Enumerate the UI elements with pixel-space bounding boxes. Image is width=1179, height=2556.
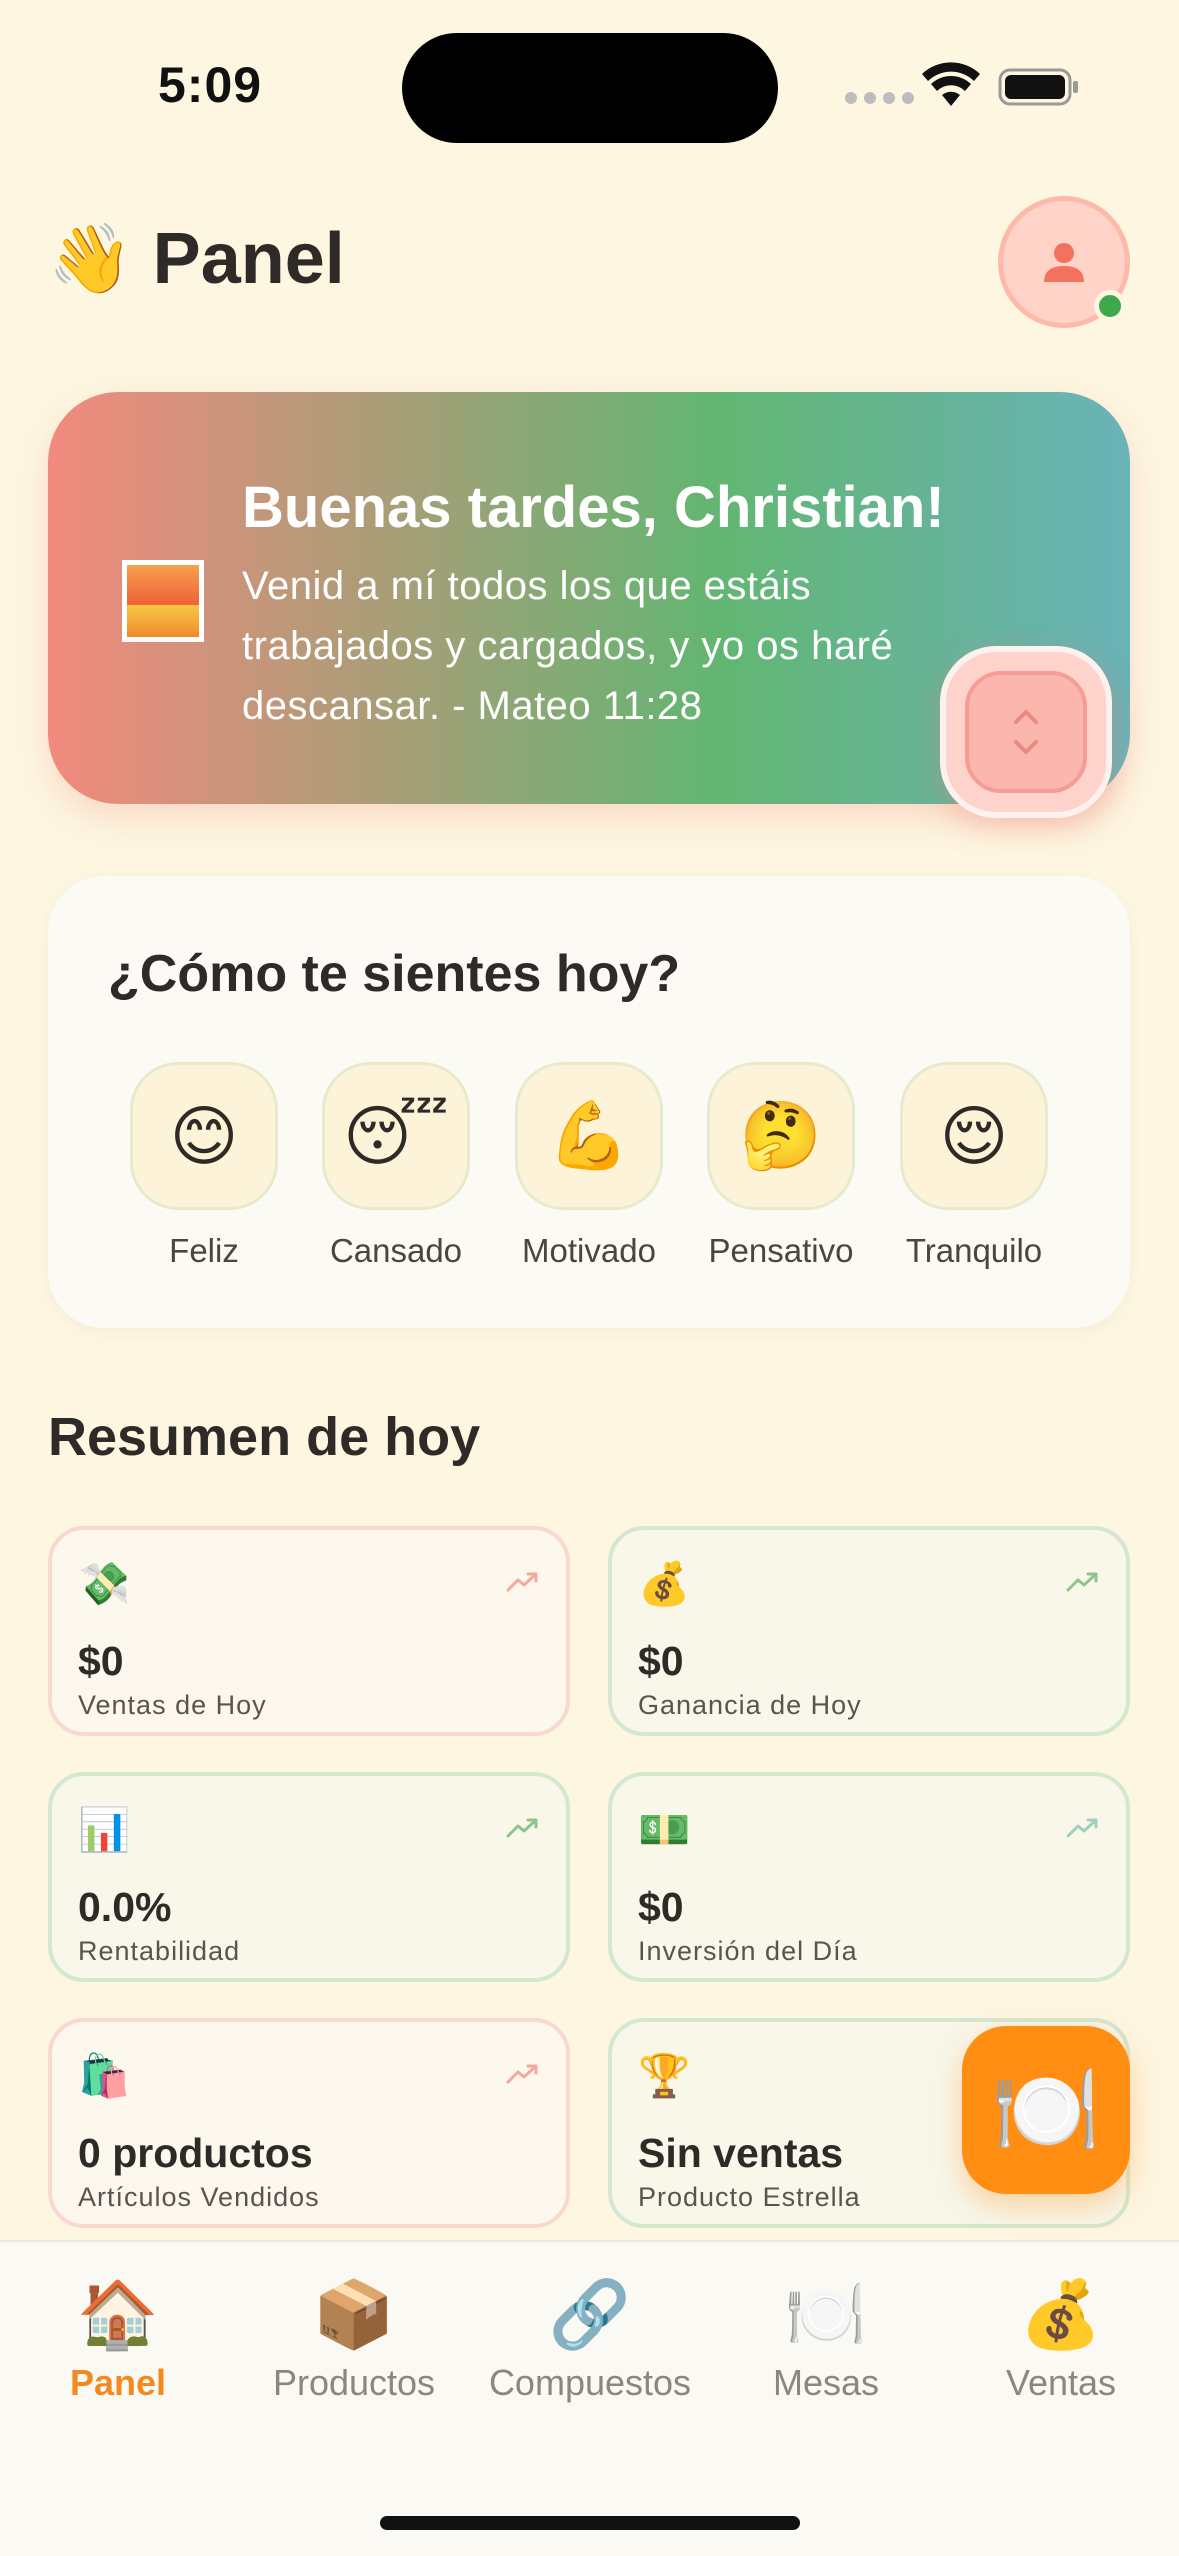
summary-title: Resumen de hoy	[48, 1407, 481, 1467]
plate-cutlery-icon: 🍽️	[784, 2277, 868, 2351]
person-icon	[1044, 243, 1084, 282]
stat-value: 0.0%	[78, 1884, 172, 1930]
cellular-signal-icon	[845, 92, 914, 104]
money-bag-icon: 💰	[638, 1560, 691, 1607]
dynamic-island	[402, 33, 778, 143]
stat-value: $0	[78, 1638, 124, 1684]
status-time: 5:09	[158, 57, 263, 113]
dollar-bill-icon: 💵	[638, 1806, 691, 1853]
trophy-icon: 🏆	[638, 2052, 691, 2099]
page-title-text: Panel	[152, 219, 345, 299]
chevron-up-down-icon	[1014, 710, 1038, 754]
home-indicator	[380, 2516, 800, 2530]
trend-up-icon	[1066, 1818, 1098, 1838]
greeting-verse: Venid a mí todos los que estáis trabajad…	[242, 564, 894, 728]
stat-value: Sin ventas	[638, 2130, 844, 2176]
house-icon: 🏠	[76, 2277, 160, 2351]
mood-option-tranquilo[interactable]: 😌	[900, 1062, 1048, 1210]
stat-label: Ganancia de Hoy	[638, 1690, 862, 1720]
trend-up-icon	[506, 2064, 538, 2084]
mood-option-motivado[interactable]: 💪	[515, 1062, 663, 1210]
mood-option-pensativo[interactable]: 🤔	[707, 1062, 855, 1210]
battery-icon	[998, 68, 1078, 106]
mood-label: Motivado	[522, 1232, 656, 1269]
tab-mesas[interactable]: 🍽️ Mesas	[708, 2276, 944, 2404]
shopping-bags-icon: 🛍️	[78, 2052, 131, 2099]
stat-label: Artículos Vendidos	[78, 2182, 320, 2212]
plate-cutlery-fab-button[interactable]: 🍽️	[962, 2026, 1130, 2194]
mood-label: Pensativo	[708, 1232, 854, 1269]
stat-card-rentabilidad[interactable]: 📊 0.0% Rentabilidad	[48, 1772, 570, 1982]
mood-label: Cansado	[329, 1232, 463, 1269]
tab-productos[interactable]: 📦 Productos	[236, 2276, 472, 2404]
stat-label: Inversión del Día	[638, 1936, 858, 1966]
greeting-title: Buenas tardes, Christian!	[242, 475, 945, 540]
tab-compuestos[interactable]: 🔗 Compuestos	[472, 2276, 708, 2404]
tab-label: Compuestos	[488, 2362, 692, 2403]
page-title: 👋 Panel	[48, 218, 345, 300]
online-status-dot	[1094, 290, 1126, 322]
stat-label: Producto Estrella	[638, 2182, 861, 2212]
tab-ventas[interactable]: 💰 Ventas	[943, 2276, 1179, 2404]
stat-value: $0	[638, 1884, 684, 1930]
bar-chart-icon: 📊	[78, 1806, 131, 1853]
trend-up-icon	[1066, 1572, 1098, 1592]
money-wings-icon: 💸	[78, 1560, 131, 1607]
stat-card-inversion[interactable]: 💵 $0 Inversión del Día	[608, 1772, 1130, 1982]
tab-label: Panel	[69, 2362, 167, 2403]
stat-label: Ventas de Hoy	[78, 1690, 267, 1720]
mood-label: Feliz	[169, 1232, 239, 1269]
trend-up-icon	[506, 1572, 538, 1592]
trend-up-icon	[506, 1818, 538, 1838]
stat-label: Rentabilidad	[78, 1936, 241, 1966]
waving-hand-icon: 👋	[48, 221, 133, 297]
tab-label: Mesas	[772, 2362, 880, 2403]
tab-label: Productos	[272, 2362, 436, 2403]
mood-option-feliz[interactable]: 😊	[130, 1062, 278, 1210]
expand-toggle-button[interactable]	[940, 646, 1112, 818]
stat-value: $0	[638, 1638, 684, 1684]
stat-value: 0 productos	[78, 2130, 313, 2176]
sunrise-icon	[122, 560, 204, 642]
tab-panel[interactable]: 🏠 Panel	[0, 2276, 236, 2404]
mood-label: Tranquilo	[905, 1232, 1043, 1269]
package-icon: 📦	[312, 2277, 396, 2351]
stat-card-ganancia[interactable]: 💰 $0 Ganancia de Hoy	[608, 1526, 1130, 1736]
stat-card-ventas[interactable]: 💸 $0 Ventas de Hoy	[48, 1526, 570, 1736]
wifi-icon	[922, 62, 980, 106]
mood-option-cansado[interactable]: 😴	[322, 1062, 470, 1210]
money-bag-icon: 💰	[1019, 2277, 1103, 2351]
mood-title: ¿Cómo te sientes hoy?	[108, 945, 681, 1003]
link-icon: 🔗	[548, 2277, 632, 2351]
stat-card-articulos[interactable]: 🛍️ 0 productos Artículos Vendidos	[48, 2018, 570, 2228]
tab-label: Ventas	[1005, 2362, 1117, 2403]
